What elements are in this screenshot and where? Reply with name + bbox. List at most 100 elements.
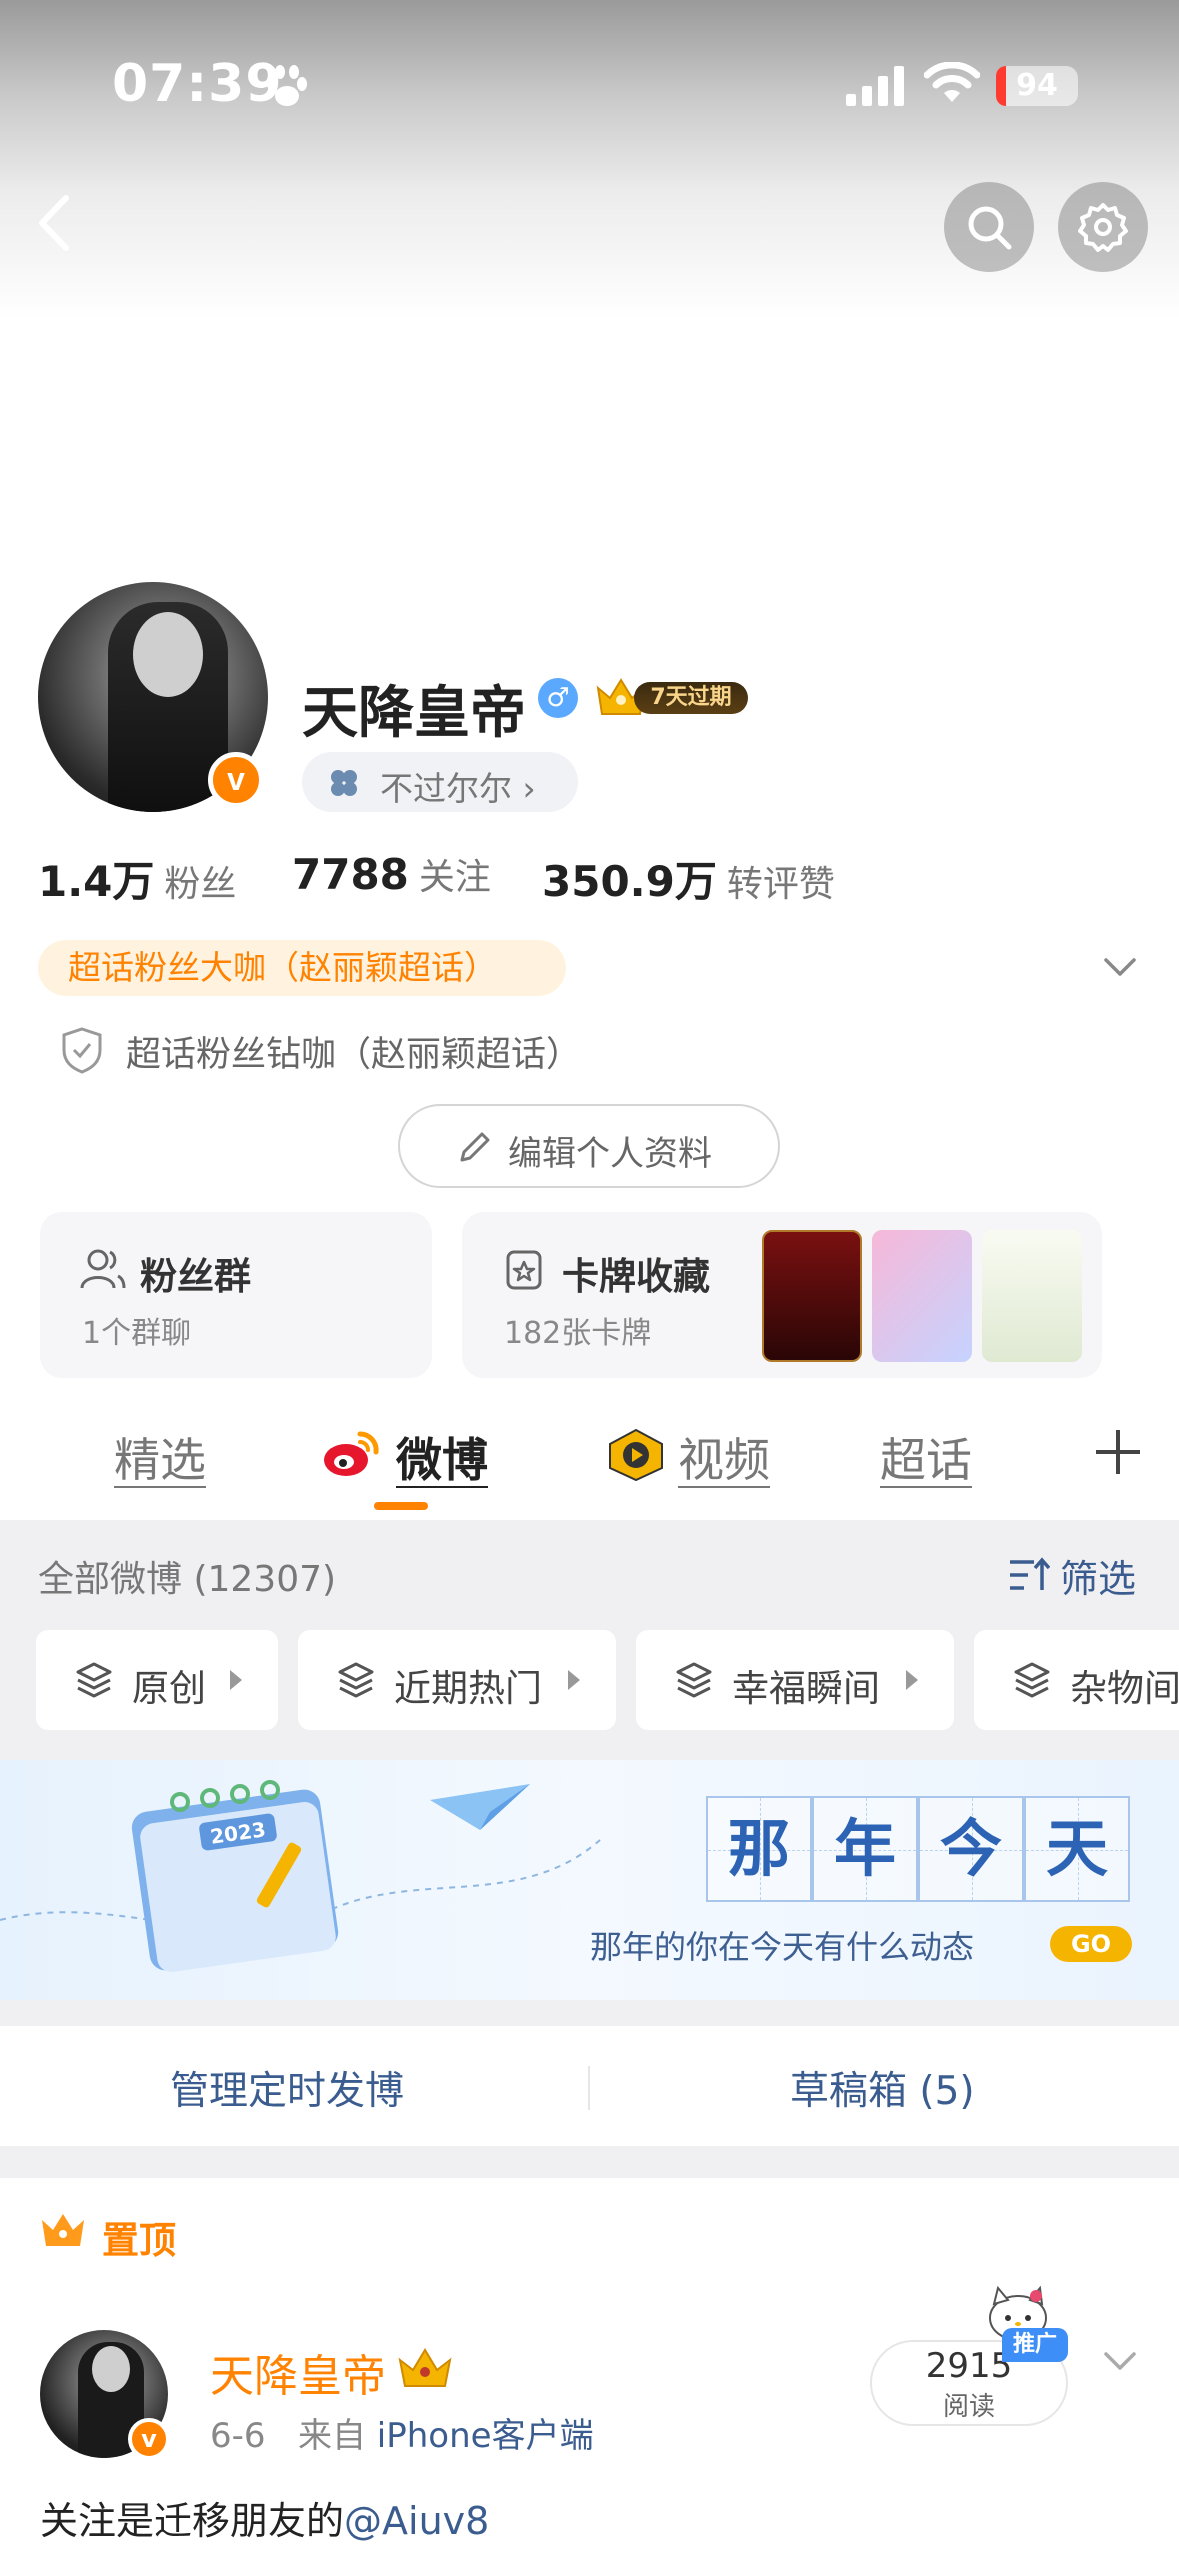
avatar-face	[92, 2346, 130, 2392]
profile-tag-pill[interactable]: 不过尔尔 ›	[302, 752, 578, 812]
chip-storage[interactable]: 杂物间	[974, 1630, 1179, 1730]
wifi-icon	[924, 62, 980, 102]
fan-group-card[interactable]: 粉丝群 1个群聊	[40, 1212, 432, 1378]
chip-happy-moments[interactable]: 幸福瞬间	[636, 1630, 954, 1730]
layers-icon	[676, 1662, 712, 1698]
stat-followers[interactable]: 1.4万 粉丝	[38, 848, 236, 909]
clover-icon	[331, 770, 357, 796]
edit-profile-label: 编辑个人资料	[508, 1134, 712, 1174]
chip-arrow-icon	[230, 1670, 242, 1690]
read-label: 阅读	[942, 2392, 995, 2422]
status-bar: 07:39 94	[0, 40, 1179, 130]
post-author-name[interactable]: 天降皇帝	[210, 2340, 386, 2404]
divider	[588, 2066, 590, 2110]
chip-arrow-icon	[568, 1670, 580, 1690]
video-play-icon	[609, 1428, 663, 1482]
card-star-icon	[506, 1250, 542, 1290]
pinned-label: 置顶	[102, 2219, 176, 2262]
title-char: 那	[727, 1812, 790, 1885]
card-collection-title: 卡牌收藏	[562, 1255, 710, 1298]
mention-link[interactable]: @Aiuv8	[344, 2499, 489, 2543]
pencil-icon	[460, 1132, 490, 1162]
vip-badge[interactable]: 7天过期	[594, 674, 754, 720]
post-verified-badge: v	[128, 2418, 170, 2460]
shield-icon	[62, 1027, 102, 1074]
paw-icon	[267, 65, 307, 106]
fan-group-title: 粉丝群	[140, 1255, 251, 1298]
on-this-day-subtitle: 那年的你在今天有什么动态	[590, 1928, 975, 1966]
title-char: 今	[939, 1812, 1002, 1885]
users-icon	[80, 1249, 126, 1289]
title-char: 天	[1045, 1812, 1108, 1885]
tab-super-topic[interactable]: 超话	[880, 1424, 972, 1490]
stat-reposts-likes[interactable]: 350.9万 转评赞	[542, 848, 835, 909]
promote-tag[interactable]: 推广	[1002, 2328, 1068, 2362]
edit-profile-button[interactable]: 编辑个人资料	[398, 1104, 780, 1188]
go-button[interactable]: GO	[1050, 1926, 1132, 1962]
section-divider	[0, 2146, 1179, 2178]
tab-video[interactable]: 视频	[678, 1424, 770, 1490]
chip-label: 杂物间	[1070, 1667, 1179, 1710]
filter-icon	[1010, 1557, 1050, 1590]
all-posts-count[interactable]: 全部微博 (12307)	[38, 1550, 336, 1602]
profile-tabs: 精选 微博 视频 超话	[0, 1400, 1179, 1520]
weibo-logo-icon	[324, 1431, 379, 1476]
card-thumbnail	[872, 1230, 972, 1362]
fan-title-primary[interactable]: 超话粉丝大咖（赵丽颖超话）	[38, 940, 566, 996]
section-divider	[0, 2000, 1179, 2026]
title-char: 年	[833, 1812, 896, 1885]
card-collection-card[interactable]: 卡牌收藏 182张卡牌	[462, 1212, 1102, 1378]
manage-row: 管理定时发博 草稿箱 (5)	[0, 2026, 1179, 2146]
gender-male-icon: ♂	[538, 678, 578, 718]
chip-label: 原创	[132, 1667, 206, 1710]
profile-username: 天降皇帝	[302, 681, 526, 746]
title-char-box: 今	[918, 1796, 1024, 1902]
avatar-face	[133, 612, 203, 697]
cellular-signal-icon	[846, 66, 904, 106]
fan-title-secondary: 超话粉丝钻咖（赵丽颖超话）	[126, 1035, 582, 1075]
card-collection-sub: 182张卡牌	[504, 1316, 652, 1351]
layers-icon	[338, 1662, 374, 1698]
chip-original[interactable]: 原创	[36, 1630, 278, 1730]
search-button[interactable]	[944, 182, 1034, 272]
scheduled-posts-button[interactable]: 管理定时发博	[170, 2060, 404, 2116]
tab-weibo[interactable]: 微博	[396, 1424, 488, 1490]
chip-recent-hot[interactable]: 近期热门	[298, 1630, 616, 1730]
fan-group-sub: 1个群聊	[82, 1316, 192, 1351]
post-text-body: 关注是迁移朋友的	[40, 2499, 345, 2543]
post-from: 来自	[297, 2416, 366, 2456]
title-char-box: 天	[1024, 1796, 1130, 1902]
stat-following[interactable]: 7788 关注	[292, 848, 491, 900]
card-thumbnail	[762, 1230, 862, 1362]
layers-icon	[76, 1662, 112, 1698]
chip-arrow-icon	[906, 1670, 918, 1690]
title-char-box: 年	[812, 1796, 918, 1902]
chip-label: 幸福瞬间	[732, 1667, 880, 1710]
crown-icon	[398, 2348, 452, 2387]
active-tab-indicator	[374, 1502, 428, 1510]
tab-featured[interactable]: 精选	[114, 1424, 206, 1490]
title-char-box: 那	[706, 1796, 812, 1902]
chip-label: 近期热门	[394, 1667, 542, 1710]
verified-badge: v	[208, 752, 264, 808]
battery-percent: 94	[1016, 68, 1058, 103]
add-tab-icon[interactable]	[1092, 1426, 1144, 1478]
chevron-down-icon[interactable]	[1100, 2346, 1140, 2376]
post-source[interactable]: iPhone客户端	[377, 2416, 594, 2456]
layers-icon	[1014, 1662, 1050, 1698]
profile-tag-text: 不过尔尔 ›	[380, 769, 536, 808]
chevron-down-icon[interactable]	[1100, 952, 1140, 982]
battery-indicator: 94	[996, 66, 1078, 106]
on-this-day-banner[interactable]: 2023 那 年 今 天 那年的你在今天有什么动态 GO	[0, 1760, 1179, 2000]
crown-icon	[42, 2214, 84, 2246]
search-icon	[968, 206, 1012, 250]
gear-icon	[1078, 203, 1128, 252]
post-meta: 6-6 来自 iPhone客户端	[210, 2408, 594, 2457]
status-time: 07:39	[112, 54, 283, 114]
back-arrow-icon[interactable]	[20, 188, 90, 258]
on-this-day-title: 那 年 今 天	[706, 1796, 1130, 1902]
settings-button[interactable]	[1058, 182, 1148, 272]
filter-label: 筛选	[1060, 1557, 1137, 1601]
post-content: 关注是迁移朋友的@Aiuv8	[40, 2490, 489, 2545]
drafts-button[interactable]: 草稿箱 (5)	[790, 2060, 975, 2116]
